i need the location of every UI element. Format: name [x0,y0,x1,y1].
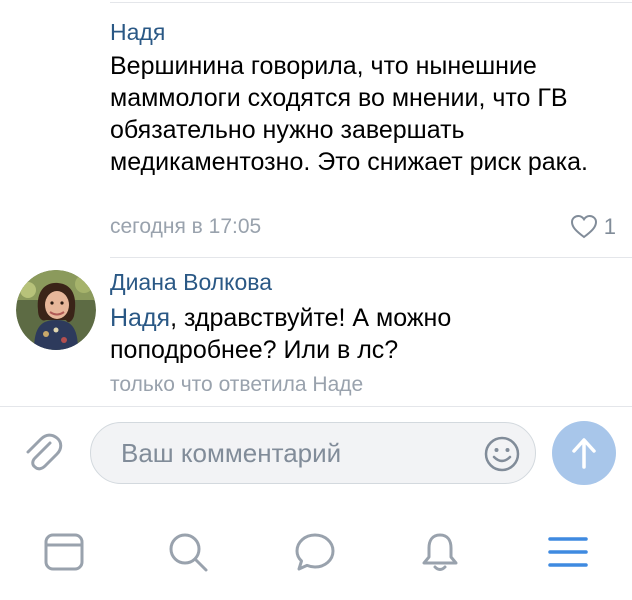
comment-input-placeholder: Ваш комментарий [121,438,342,468]
tab-notifications[interactable] [415,527,465,577]
menu-icon [548,537,588,567]
comment-author[interactable]: Диана Волкова [110,268,272,296]
comment-text: Надя, здравствуйте! А можно поподробнее?… [110,302,612,366]
comment-composer: Ваш комментарий [0,407,632,497]
notifications-icon [422,533,458,571]
comment-divider [110,257,632,258]
tab-messages[interactable] [290,527,340,577]
top-divider [110,2,632,3]
feed-icon [44,533,84,571]
send-button[interactable] [552,421,616,485]
comment-time: сегодня в 17:05 [110,215,262,238]
bottom-tab-bar [0,515,632,590]
heart-icon [570,214,597,239]
paperclip-icon[interactable] [20,431,64,475]
comment-author[interactable]: Надя [110,18,165,46]
comment-input[interactable]: Ваш комментарий [90,422,536,484]
mention-link[interactable]: Надя [110,304,170,332]
arrow-up-icon [572,438,596,469]
tab-feed[interactable] [39,527,89,577]
like-count: 1 [603,214,616,239]
search-icon [169,533,208,572]
comment-item: Диана Волкова Надя, здравствуйте! А можн… [0,262,632,402]
like-button[interactable]: 1 [570,214,616,240]
tab-menu[interactable] [543,527,593,577]
tab-search[interactable] [163,527,213,577]
messages-icon [295,533,335,571]
smile-icon[interactable] [483,435,521,473]
comment-text: Вершинина говорила, что нынешние маммоло… [110,52,588,176]
comment-item: Надя Вершинина говорила, что нынешние ма… [0,10,632,260]
comment-meta: только что ответила Наде [110,373,364,396]
